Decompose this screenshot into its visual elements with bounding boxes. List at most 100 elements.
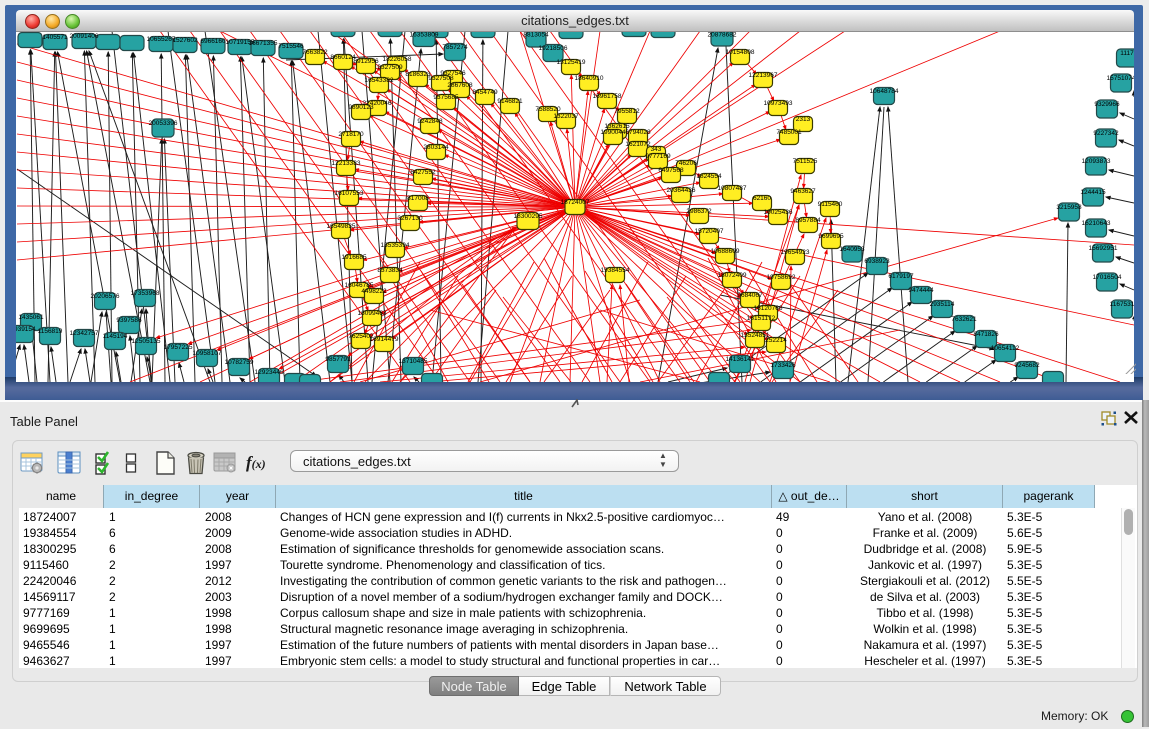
svg-text:8186323: 8186323 xyxy=(405,71,431,78)
svg-text:9242848: 9242848 xyxy=(417,118,443,125)
svg-text:10648784: 10648784 xyxy=(870,88,899,95)
svg-text:20878682: 20878682 xyxy=(708,32,737,39)
svg-text:16961758: 16961758 xyxy=(593,93,622,100)
svg-text:817008: 817008 xyxy=(407,195,429,202)
svg-text:12093873: 12093873 xyxy=(1082,158,1111,165)
svg-text:10958107: 10958107 xyxy=(193,350,222,357)
svg-text:10025436: 10025436 xyxy=(764,209,793,216)
svg-text:8957884: 8957884 xyxy=(795,217,821,224)
svg-text:15720407: 15720407 xyxy=(695,228,724,235)
svg-text:9890123: 9890123 xyxy=(348,104,374,111)
svg-text:19218506: 19218506 xyxy=(539,45,568,52)
svg-text:13535394: 13535394 xyxy=(381,242,410,249)
svg-text:9699695: 9699695 xyxy=(818,233,844,240)
svg-text:16120766: 16120766 xyxy=(754,305,783,312)
svg-text:10154808: 10154808 xyxy=(726,49,755,56)
svg-text:7857274: 7857274 xyxy=(442,44,468,51)
svg-text:9327509: 9327509 xyxy=(377,64,403,71)
svg-text:9684067: 9684067 xyxy=(737,292,763,299)
svg-text:20091406: 20091406 xyxy=(70,33,99,40)
svg-text:10973493: 10973493 xyxy=(764,100,793,107)
svg-text:18226058: 18226058 xyxy=(383,56,412,63)
svg-text:17957225: 17957225 xyxy=(164,344,193,351)
svg-text:343: 343 xyxy=(651,146,662,153)
svg-text:1322037: 1322037 xyxy=(553,113,579,120)
svg-text:10654112: 10654112 xyxy=(991,345,1020,352)
svg-text:7511525: 7511525 xyxy=(793,158,818,165)
svg-text:9857791: 9857791 xyxy=(325,356,351,363)
svg-text:9245682: 9245682 xyxy=(1014,362,1040,369)
svg-text:19654923: 19654923 xyxy=(781,249,810,256)
svg-text:1244415: 1244415 xyxy=(1080,189,1106,196)
svg-text:17353968: 17353968 xyxy=(131,290,160,297)
svg-text:8454749: 8454749 xyxy=(472,89,498,96)
svg-text:8427552: 8427552 xyxy=(410,169,436,176)
svg-text:8373834: 8373834 xyxy=(377,267,403,274)
svg-text:1916685: 1916685 xyxy=(341,254,367,261)
svg-text:7588520: 7588520 xyxy=(535,106,561,113)
svg-text:19384554: 19384554 xyxy=(601,267,630,274)
svg-text:16914479: 16914479 xyxy=(370,336,399,343)
svg-text:15692951: 15692951 xyxy=(1089,245,1118,252)
svg-text:9777169: 9777169 xyxy=(645,153,671,160)
svg-text:20364436: 20364436 xyxy=(667,187,696,194)
svg-text:20053396: 20053396 xyxy=(149,120,178,127)
svg-text:9329966: 9329966 xyxy=(1094,101,1120,108)
svg-text:16549835: 16549835 xyxy=(327,223,356,230)
svg-text:2803144: 2803144 xyxy=(423,144,449,151)
svg-text:1145194: 1145194 xyxy=(103,333,128,340)
svg-text:7632621: 7632621 xyxy=(951,316,977,323)
svg-text:1990044: 1990044 xyxy=(600,129,626,136)
svg-text:4498222: 4498222 xyxy=(361,288,387,295)
svg-text:16151172: 16151172 xyxy=(747,315,776,322)
svg-text:1824554: 1824554 xyxy=(696,173,722,180)
svg-text:13710485: 13710485 xyxy=(399,358,428,365)
svg-text:2313: 2313 xyxy=(796,116,811,123)
svg-text:1405571: 1405571 xyxy=(42,34,68,41)
svg-text:2718170: 2718170 xyxy=(338,131,364,138)
svg-text:16107553: 16107553 xyxy=(335,190,364,197)
svg-text:1435061: 1435061 xyxy=(18,314,44,321)
svg-text:12505135: 12505135 xyxy=(132,338,161,345)
svg-text:3215958: 3215958 xyxy=(1056,204,1082,211)
svg-text:8912956: 8912956 xyxy=(353,58,379,65)
svg-text:1733426: 1733426 xyxy=(770,362,796,369)
svg-text:18640910: 18640910 xyxy=(575,75,604,82)
svg-text:18300295: 18300295 xyxy=(514,213,543,220)
svg-text:3267130: 3267130 xyxy=(397,215,423,222)
svg-text:7663822: 7663822 xyxy=(302,49,328,56)
svg-text:1167531: 1167531 xyxy=(1110,301,1134,308)
svg-text:9463627: 9463627 xyxy=(790,188,816,195)
svg-text:2867608: 2867608 xyxy=(447,82,473,89)
svg-text:9146821: 9146821 xyxy=(497,98,523,105)
svg-text:12213967: 12213967 xyxy=(749,72,778,79)
svg-text:7515546: 7515546 xyxy=(278,43,304,50)
svg-text:1156819: 1156819 xyxy=(38,328,63,335)
svg-text:16671355: 16671355 xyxy=(249,40,278,47)
svg-text:252214: 252214 xyxy=(765,337,787,344)
svg-text:13125419: 13125419 xyxy=(557,59,586,66)
svg-text:14136141: 14136141 xyxy=(726,356,755,363)
svg-text:8471826: 8471826 xyxy=(973,331,999,338)
svg-text:12342757: 12342757 xyxy=(70,330,99,337)
svg-text:8660124: 8660124 xyxy=(330,54,356,61)
svg-text:6497568: 6497568 xyxy=(658,167,684,174)
svg-text:9115460: 9115460 xyxy=(818,201,843,208)
svg-text:1621072: 1621072 xyxy=(625,141,651,148)
svg-text:9327508: 9327508 xyxy=(428,75,454,82)
svg-text:10807487: 10807487 xyxy=(718,185,747,192)
svg-text:2986372: 2986372 xyxy=(686,208,712,215)
svg-text:8813054: 8813054 xyxy=(523,32,549,39)
svg-text:62160: 62160 xyxy=(753,195,771,202)
svg-text:18724007: 18724007 xyxy=(561,199,590,206)
svg-text:6938923: 6938923 xyxy=(864,258,890,265)
svg-text:1939154: 1939154 xyxy=(16,326,36,333)
svg-text:9227342: 9227342 xyxy=(1093,130,1119,137)
svg-text:10782759: 10782759 xyxy=(225,359,254,366)
svg-text:2935114: 2935114 xyxy=(930,301,955,308)
svg-text:15751074: 15751074 xyxy=(1107,75,1134,82)
svg-text:7955812: 7955812 xyxy=(614,108,640,115)
svg-text:1640953: 1640953 xyxy=(839,246,865,253)
svg-text:9375685: 9375685 xyxy=(433,94,459,101)
svg-text:746206: 746206 xyxy=(675,160,697,167)
